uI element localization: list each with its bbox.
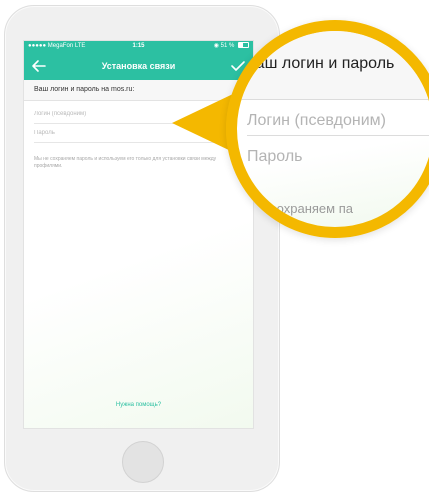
lock-icon: ◉ bbox=[213, 43, 219, 49]
nav-bar: Установка связи bbox=[24, 52, 253, 80]
home-button[interactable] bbox=[122, 441, 164, 483]
magnifier-callout: Ваш логин и пароль Логин (псевдоним) Пар… bbox=[226, 20, 429, 238]
back-arrow-icon[interactable] bbox=[30, 57, 48, 75]
help-link[interactable]: Нужна помощь? bbox=[24, 402, 253, 408]
nav-title: Установка связи bbox=[101, 61, 176, 71]
login-prompt: Ваш логин и пароль на mos.ru: bbox=[34, 86, 135, 93]
status-bar: ●●●●● MegaFon LTE 1:15 ◉ 51 % bbox=[24, 41, 253, 52]
magnifier-password-field: Пароль bbox=[247, 148, 303, 165]
magnifier-prompt: Ваш логин и пароль bbox=[245, 55, 395, 72]
magnifier-hint-text: не сохраняем па bbox=[252, 201, 353, 216]
canvas: ●●●●● MegaFon LTE 1:15 ◉ 51 % Установка … bbox=[0, 0, 429, 492]
magnifier-content: Ваш логин и пароль Логин (псевдоним) Пар… bbox=[237, 31, 429, 227]
magnifier-login-field: Логин (псевдоним) bbox=[247, 107, 429, 136]
magnifier-hint: не сохраняем па связи bbox=[252, 201, 353, 227]
battery-label: 51 % bbox=[220, 43, 235, 49]
